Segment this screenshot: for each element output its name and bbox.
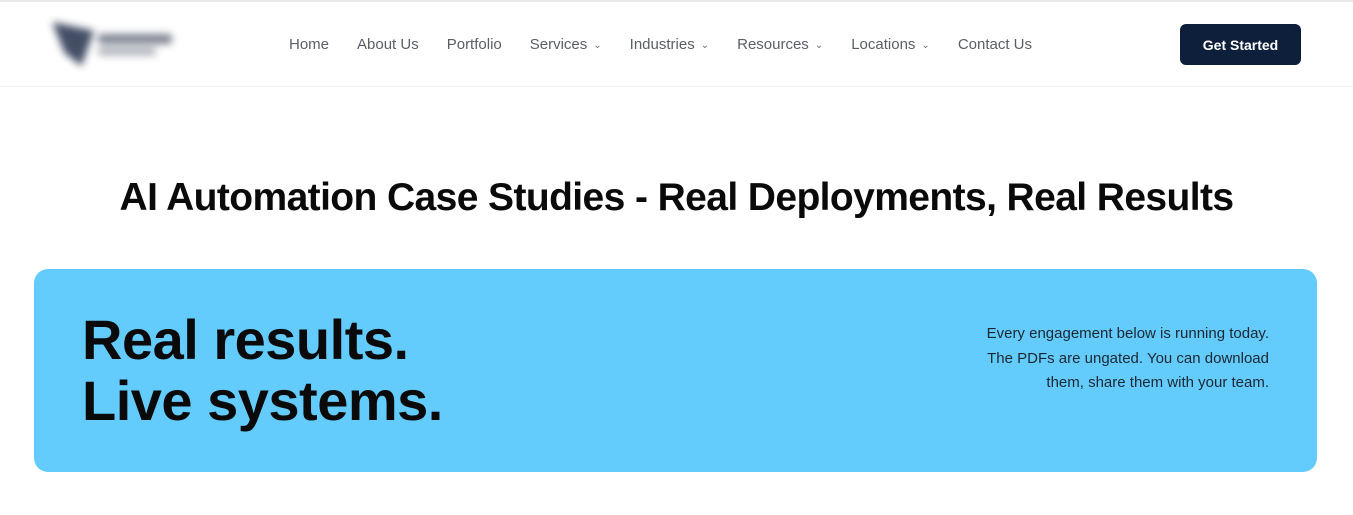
nav-resources-label: Resources [737,35,809,53]
nav-about-us-label: About Us [357,35,419,53]
get-started-button[interactable]: Get Started [1180,24,1301,65]
hero-title-line-2: Live systems. [82,369,443,432]
nav-home[interactable]: Home [289,36,329,53]
logo-mark-icon [52,22,94,66]
chevron-down-icon: ⌄ [921,39,930,51]
nav-about-us[interactable]: About Us [357,36,419,53]
main-nav: Home About Us Portfolio Services ⌄ Indust… [289,2,1060,86]
chevron-down-icon: ⌄ [814,39,824,51]
nav-locations-label: Locations [851,35,916,53]
chevron-down-icon: ⌄ [700,39,710,51]
nav-services[interactable]: Services ⌄ [530,36,602,53]
nav-contact-us-label: Contact Us [957,35,1033,53]
nav-industries-label: Industries [629,35,695,53]
nav-resources[interactable]: Resources ⌄ [737,36,823,53]
hero-title: Real results. Live systems. [82,309,443,431]
hero-description: Every engagement below is running today.… [986,325,1269,391]
hero-title-line-1: Real results. [82,308,409,371]
nav-contact-us[interactable]: Contact Us [958,36,1032,53]
nav-portfolio-label: Portfolio [446,35,502,53]
nav-portfolio[interactable]: Portfolio [447,36,502,53]
logo-tagline [98,48,156,55]
site-header: Home About Us Portfolio Services ⌄ Indust… [0,2,1353,87]
nav-services-label: Services [529,35,588,53]
nav-industries[interactable]: Industries ⌄ [630,36,709,53]
hero-banner: Real results. Live systems. Every engage… [34,269,1317,472]
logo-wordmark [98,34,172,44]
page-title: AI Automation Case Studies - Real Deploy… [119,176,1235,220]
logo[interactable] [44,16,182,68]
nav-locations[interactable]: Locations ⌄ [851,36,930,53]
nav-home-label: Home [289,35,330,53]
chevron-down-icon: ⌄ [593,39,602,51]
